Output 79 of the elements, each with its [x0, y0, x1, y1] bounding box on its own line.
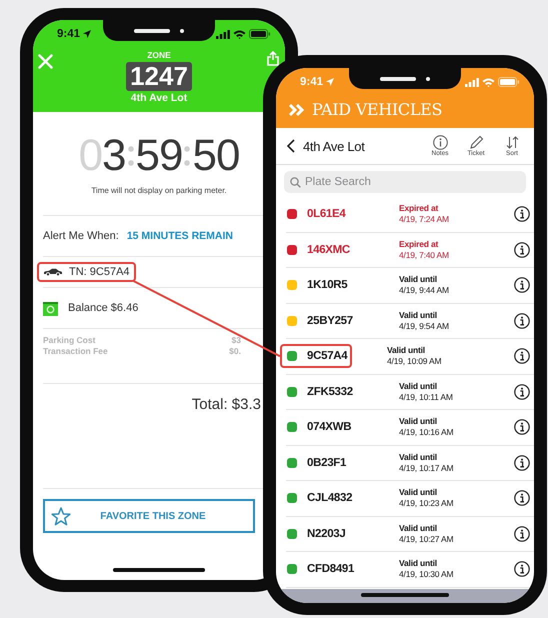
total-amount: Total: $3.3 [192, 396, 261, 415]
plate-number[interactable]: 25BY257 [307, 314, 353, 327]
status-label: Valid until [399, 487, 438, 498]
plate-number[interactable]: 9C57A4 [307, 350, 348, 362]
status-time: 9:41 [57, 28, 80, 40]
double-chevron-icon [288, 104, 306, 116]
charge-label: Transaction Fee [43, 346, 108, 356]
info-icon[interactable] [514, 454, 530, 471]
alert-option[interactable]: 15 MINUTES REMAIN [126, 230, 233, 242]
status-label: Valid until [399, 310, 438, 321]
status-time: 4/19, 10:11 AM [399, 392, 454, 403]
balance-text: Balance $6.46 [68, 302, 138, 314]
sort-icon [504, 135, 520, 150]
plate-number[interactable]: N2203J [307, 528, 346, 540]
alert-label: Alert Me When: [43, 230, 119, 242]
status-time: 4/19, 10:09 AM [387, 356, 442, 368]
status-time: 4/19, 9:44 AM [399, 285, 450, 296]
wifi-icon [233, 30, 246, 38]
status-time: 4/19, 9:54 AM [399, 320, 450, 332]
plate-number[interactable]: CFD8491 [307, 563, 354, 576]
plate-number[interactable]: 0B23F1 [307, 456, 346, 469]
status-label: Valid until [399, 274, 438, 286]
info-icon[interactable] [514, 206, 530, 222]
screen-title: PAID VEHICLES [312, 100, 442, 119]
info-icon[interactable] [514, 277, 530, 294]
info-icon[interactable] [514, 419, 530, 436]
plate-number[interactable]: 074XWB [307, 421, 352, 434]
status-time: 4/19, 7:24 AM [399, 214, 450, 226]
info-icon[interactable] [514, 384, 530, 400]
status-label: Valid until [399, 380, 438, 392]
star-icon [51, 506, 71, 526]
info-icon[interactable] [514, 526, 530, 542]
status-time: 4/19, 10:23 AM [399, 498, 454, 510]
signal-icon [216, 30, 230, 38]
wifi-icon [482, 78, 495, 86]
plate-number[interactable]: 1K10R5 [307, 279, 348, 292]
wallet-icon [43, 300, 58, 316]
status-label: Valid until [399, 558, 438, 570]
info-icon[interactable] [514, 490, 530, 506]
status-label: Expired at [399, 238, 440, 250]
lot-name: 4th Ave Lot [303, 138, 366, 154]
meter-note: Time will not display on parking meter. [91, 186, 227, 195]
status-label: Valid until [387, 345, 426, 356]
favorite-zone-button[interactable]: FAVORITE THIS ZONE [43, 499, 255, 533]
status-time: 4/19, 10:30 AM [399, 569, 454, 580]
location-arrow-icon [83, 30, 92, 38]
plate-number[interactable]: CJL4832 [307, 492, 352, 504]
info-icon[interactable] [514, 312, 530, 329]
status-label: Valid until [399, 416, 438, 428]
charge-amount: $3 [232, 335, 241, 345]
status-time: 4/19, 7:40 AM [399, 250, 450, 261]
signal-icon [465, 78, 479, 86]
battery-icon [498, 77, 520, 87]
plate-number[interactable]: ZFK5332 [307, 386, 353, 398]
charge-amount: $0. [229, 346, 241, 356]
status-time: 4/19, 10:27 AM [399, 534, 454, 545]
back-icon[interactable] [286, 139, 295, 153]
info-icon[interactable] [514, 242, 530, 258]
zone-number: 1247 [126, 62, 192, 91]
status-label: Expired at [399, 203, 440, 214]
vehicle-plate: TN: 9C57A4 [69, 266, 130, 278]
status-time: 9:41 [300, 76, 324, 88]
pencil-icon [468, 135, 484, 150]
lot-name: 4th Ave Lot [130, 92, 188, 104]
status-label: Valid until [399, 452, 438, 463]
plate-search-field[interactable]: Plate Search [284, 171, 526, 193]
battery-icon [249, 29, 271, 39]
status-time: 4/19, 10:17 AM [399, 462, 454, 474]
location-arrow-icon [326, 78, 334, 86]
zone-label: ZONE [147, 50, 171, 60]
plate-number[interactable]: 0L61E4 [307, 208, 346, 220]
plate-number[interactable]: 146XMC [307, 244, 350, 256]
status-label: Valid until [399, 522, 438, 534]
status-time: 4/19, 10:16 AM [399, 427, 454, 438]
info-icon[interactable] [514, 348, 530, 364]
car-icon [43, 268, 63, 276]
charge-label: Parking Cost [43, 335, 96, 345]
info-icon [432, 135, 448, 150]
info-icon[interactable] [514, 561, 530, 578]
